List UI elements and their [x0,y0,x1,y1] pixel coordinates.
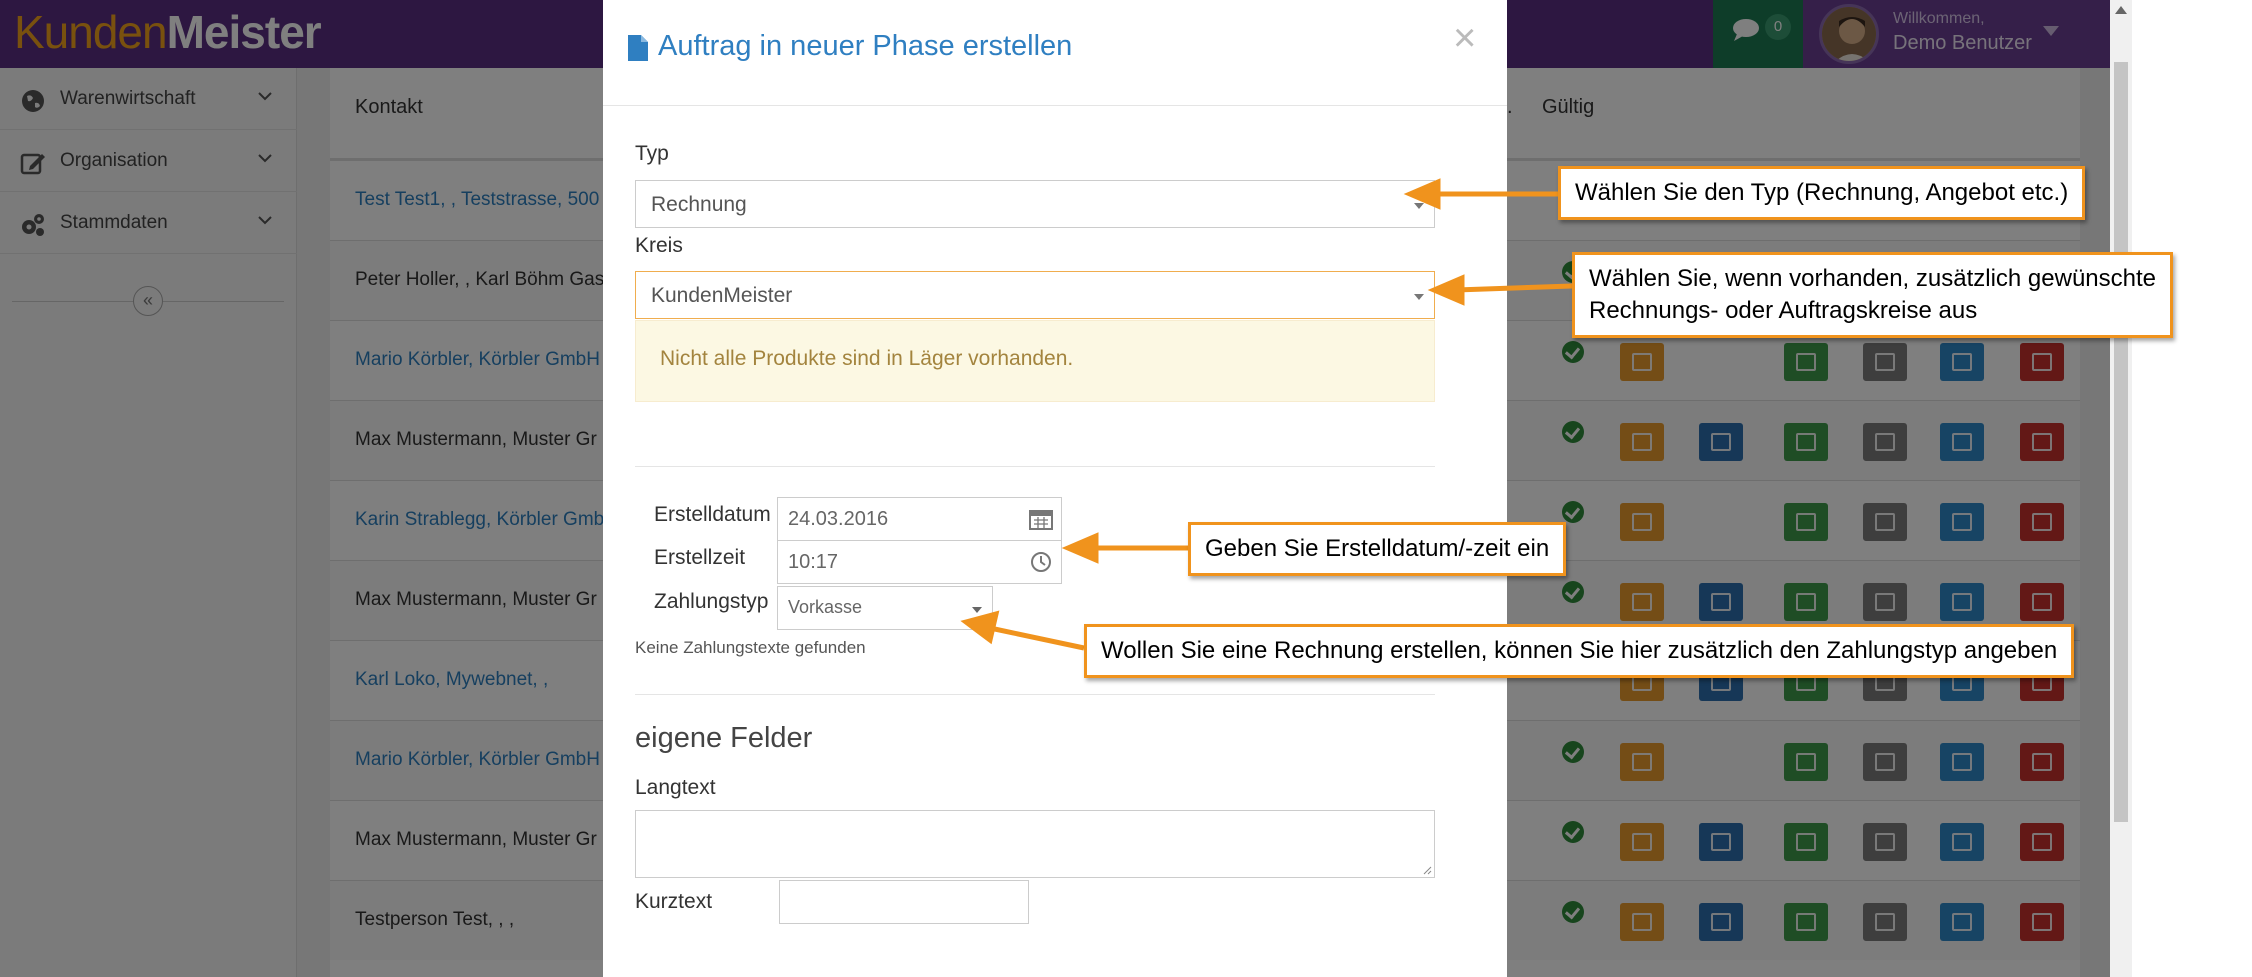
zahlungstyp-select[interactable]: Vorkasse [777,586,993,630]
langtext-textarea[interactable] [635,810,1435,878]
callout-kreis-line2: Rechnungs- oder Auftragskreise aus [1589,297,1978,324]
erstelldatum-input[interactable]: 24.03.2016 [777,497,1062,541]
erstellzeit-label: Erstellzeit [654,546,746,569]
callout-datum: Geben Sie Erstelldatum/-zeit ein [1188,522,1567,576]
section-divider [635,694,1435,695]
callout-zahlung: Wollen Sie eine Rechnung erstellen, könn… [1084,624,2075,678]
scrollbar-thumb[interactable] [2114,62,2128,822]
scroll-up-arrow-icon[interactable] [2115,6,2127,14]
chevron-down-icon [1414,294,1424,300]
erstelldatum-value: 24.03.2016 [788,508,889,530]
document-icon [628,35,648,61]
erstelldatum-label: Erstelldatum [654,503,771,526]
callout-typ: Wählen Sie den Typ (Rechnung, Angebot et… [1558,166,2086,220]
erstellzeit-input[interactable]: 10:17 [777,540,1062,584]
chevron-down-icon [1414,203,1424,209]
stock-warning-alert: Nicht alle Produkte sind in Läger vorhan… [635,320,1435,402]
typ-label: Typ [635,142,669,165]
section-divider [635,466,1435,467]
typ-select[interactable]: Rechnung [635,180,1435,228]
callout-kreis: Wählen Sie, wenn vorhanden, zusätzlich g… [1572,252,2173,338]
modal-title: Auftrag in neuer Phase erstellen [658,30,1073,62]
kreis-select-value: KundenMeister [651,284,793,307]
kreis-select[interactable]: KundenMeister [635,271,1435,319]
callout-typ-text: Wählen Sie den Typ (Rechnung, Angebot et… [1575,179,2069,206]
zahlungstyp-label: Zahlungstyp [654,590,769,613]
callout-datum-text: Geben Sie Erstelldatum/-zeit ein [1205,535,1550,562]
zahlungstyp-value: Vorkasse [788,597,863,617]
typ-select-value: Rechnung [651,193,747,216]
callout-kreis-line1: Wählen Sie, wenn vorhanden, zusätzlich g… [1589,265,2156,292]
clock-icon[interactable] [1029,551,1053,573]
erstellzeit-value: 10:17 [788,551,839,573]
custom-fields-heading: eigene Felder [635,722,813,754]
callout-zahlung-text: Wollen Sie eine Rechnung erstellen, könn… [1101,637,2058,664]
kurztext-input[interactable] [779,880,1029,924]
no-payment-texts-note: Keine Zahlungstexte gefunden [635,638,866,657]
kurztext-label: Kurztext [635,890,713,913]
close-icon[interactable]: × [1453,18,1476,58]
langtext-label: Langtext [635,776,716,799]
modal-header-divider [603,105,1507,106]
resize-handle-icon[interactable] [1422,865,1432,875]
kreis-label: Kreis [635,234,683,257]
create-order-modal: Auftrag in neuer Phase erstellen × Typ R… [603,0,1507,977]
calendar-icon[interactable] [1029,508,1053,530]
chevron-down-icon [972,607,982,613]
